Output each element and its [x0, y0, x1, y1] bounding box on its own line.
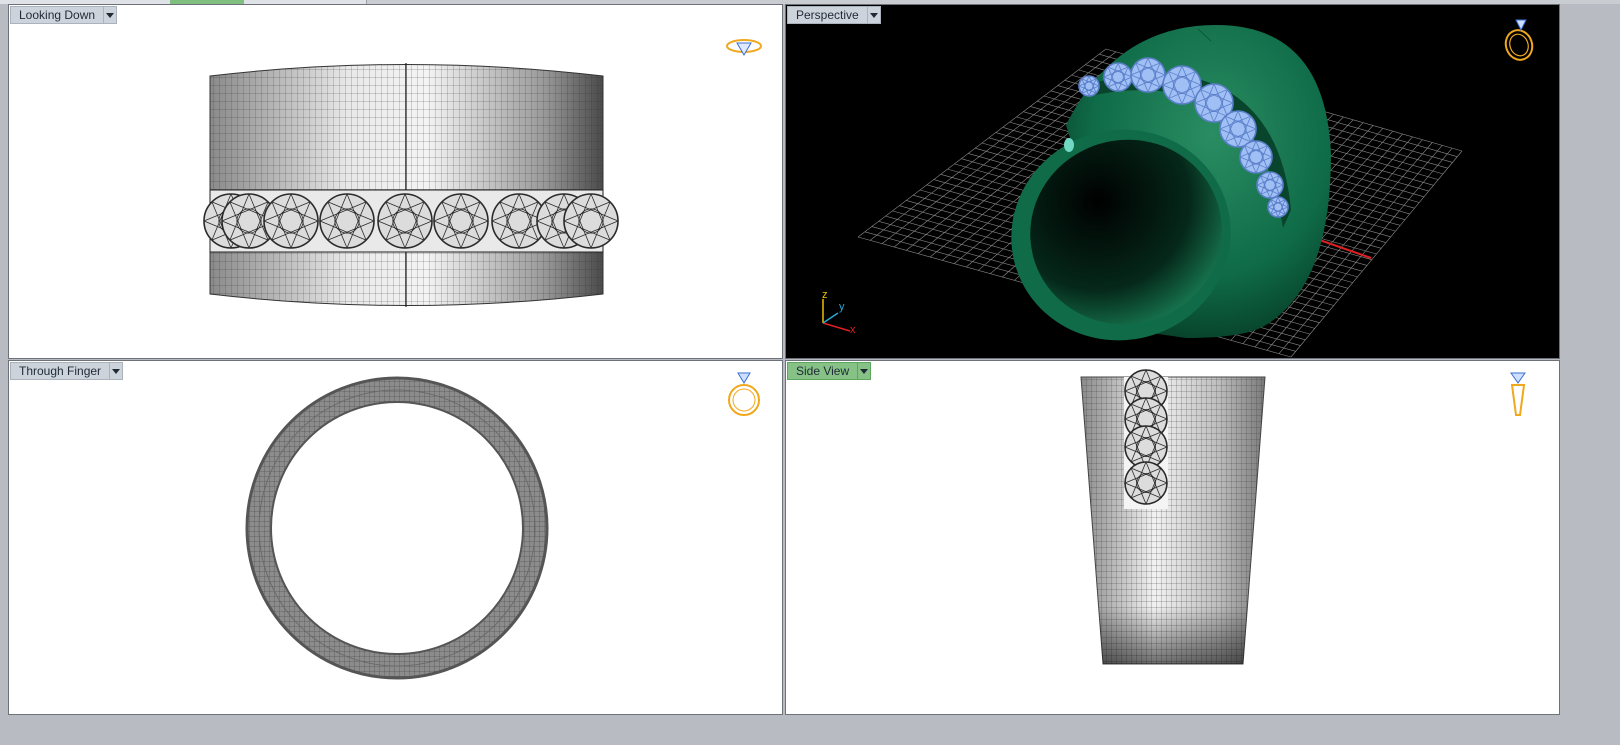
gem-wireframe — [263, 193, 319, 249]
viewport-looking-down[interactable]: Looking Down — [8, 4, 783, 359]
viewport-title: Looking Down — [10, 6, 105, 24]
axis-x-label: x — [850, 324, 856, 336]
viewport-side-view[interactable]: Side View — [785, 360, 1560, 715]
gem-wireframe — [1124, 461, 1168, 505]
gem-wireframe — [433, 193, 489, 249]
axis-z-label: z — [822, 289, 828, 301]
gem-wireframe — [563, 193, 619, 249]
gem-wireframe — [1239, 140, 1273, 174]
viewport-perspective[interactable]: Perspective z y x — [785, 4, 1560, 359]
gem-wireframe — [377, 193, 433, 249]
viewport-title: Side View — [787, 362, 859, 380]
chevron-down-icon — [112, 368, 121, 374]
ring-perspective-render — [857, 25, 1463, 358]
gem-wireframe — [1256, 171, 1284, 199]
viewport-menu-dropdown[interactable] — [110, 362, 124, 380]
gem-wireframe — [1078, 75, 1100, 97]
viewport-label-perspective[interactable]: Perspective — [787, 6, 881, 24]
axis-y-label: y — [839, 301, 845, 313]
viewport-title: Perspective — [787, 6, 868, 24]
viewport-title: Through Finger — [10, 362, 111, 380]
chevron-down-icon — [860, 368, 869, 374]
gem-wireframe — [319, 193, 375, 249]
viewport-menu-dropdown[interactable] — [858, 362, 872, 380]
gem-wireframe — [1130, 57, 1166, 93]
ring-wireframe-top-view — [203, 63, 619, 307]
viewport-through-finger[interactable]: Through Finger — [8, 360, 783, 715]
viewport-menu-dropdown[interactable] — [867, 6, 881, 24]
ring-wireframe-front-view — [9, 361, 782, 714]
viewport-label-side-view[interactable]: Side View — [787, 362, 872, 380]
viewport-label-through-finger[interactable]: Through Finger — [10, 362, 124, 380]
gem-wireframe — [1267, 196, 1289, 218]
chevron-down-icon — [869, 12, 878, 18]
gem-wireframe — [1103, 62, 1133, 92]
viewport-menu-dropdown[interactable] — [104, 6, 118, 24]
viewport-label-looking-down[interactable]: Looking Down — [10, 6, 118, 24]
gem-row — [203, 193, 619, 249]
axis-triad: z y x — [814, 289, 864, 341]
chevron-down-icon — [106, 12, 115, 18]
gem-column — [1124, 369, 1168, 505]
ring-wireframe-side-view — [1080, 369, 1266, 665]
